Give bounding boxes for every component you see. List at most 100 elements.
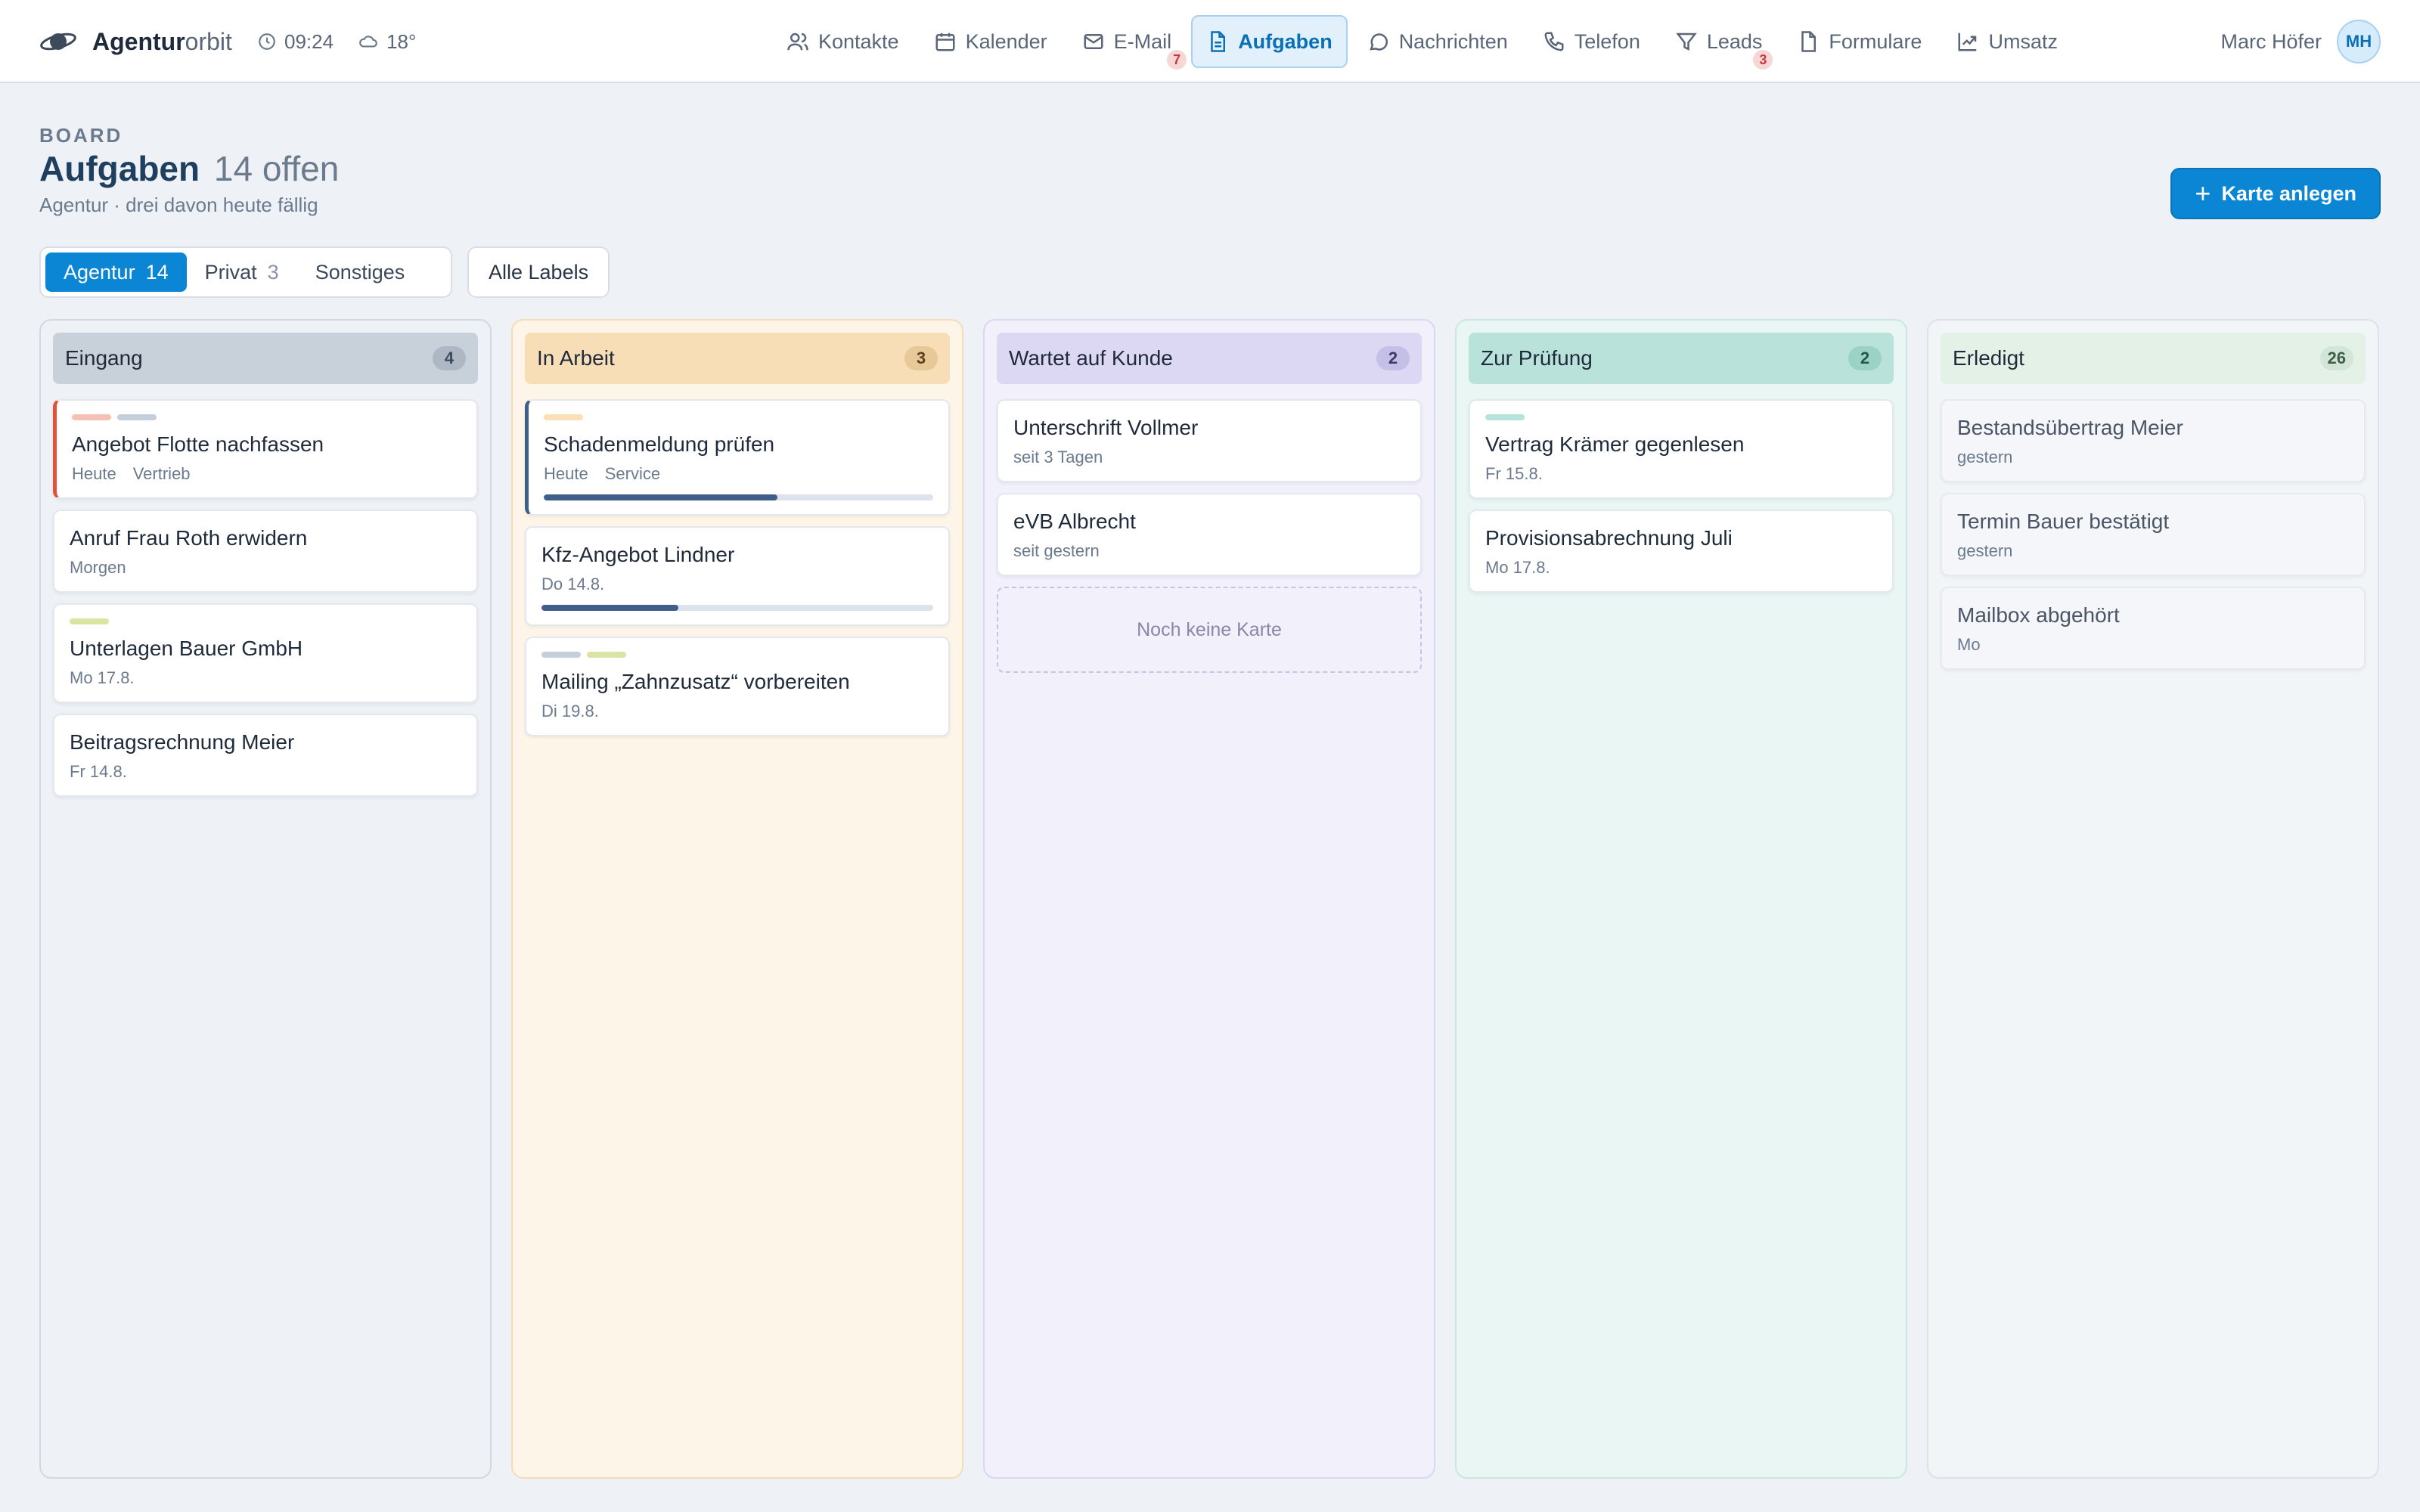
nav-kontakte-label: Kontakte [818,29,899,53]
page-kicker: BOARD [39,124,123,147]
nav-kalender[interactable]: Kalender [919,15,1063,68]
nav-umsatz[interactable]: Umsatz [1941,15,2073,68]
chat-bubble-icon [1369,33,1388,51]
task-card[interactable]: Vertrag Krämer gegenlesen Fr 15.8. [1469,399,1894,499]
users-icon [787,33,808,51]
card-title: Beitragsrechnung Meier [70,730,295,754]
card-due: Mo 17.8. [70,668,135,687]
nav-nachrichten-label: Nachrichten [1398,29,1508,53]
column-header[interactable]: In Arbeit 3 [525,333,950,384]
column-header[interactable]: Zur Prüfung 2 [1469,333,1894,384]
card-meta: Mo 17.8. [70,668,461,688]
card-due: seit gestern [1013,541,1100,560]
calendar-icon [935,33,955,51]
task-card[interactable]: Beitragsrechnung Meier Fr 14.8. [53,714,478,797]
empty-drop-zone[interactable]: Noch keine Karte [997,587,1422,673]
page-subtitle: Agentur · drei davon heute fällig [39,194,318,216]
column-in-arbeit: In Arbeit 3 Schadenmeldung prüfen Heute … [511,319,963,1479]
column-title: Erledigt [1953,346,2024,370]
card-due: Mo 17.8. [1485,558,1550,577]
column-header[interactable]: Erledigt 26 [1941,333,2366,384]
task-card[interactable]: Unterlagen Bauer GmbH Mo 17.8. [53,603,478,703]
task-card[interactable]: Mailing „Zahnzusatz“ vorbereiten Di 19.8… [525,637,950,736]
card-due: Mo [1957,635,1981,654]
weather-temp: 18° [386,29,417,53]
card-due: Di 19.8. [541,702,599,720]
card-meta: seit gestern [1013,541,1405,561]
column-wartet-auf-kunde: Wartet auf Kunde 2 Unterschrift Vollmer … [983,319,1435,1479]
status-meta: 09:24 18° [257,0,440,83]
card-title: Unterschrift Vollmer [1013,416,1199,439]
filter-privat[interactable]: Privat 3 [187,253,297,292]
card-label: Service [604,464,661,483]
task-card[interactable]: Provisionsabrechnung Juli Mo 17.8. [1469,510,1894,593]
add-card-button[interactable]: + Karte anlegen [2170,168,2381,219]
all-labels-button[interactable]: Alle Labels [467,246,610,298]
nav-aufgaben-label: Aufgaben [1238,29,1333,53]
card-meta: Fr 15.8. [1485,464,1877,484]
avatar[interactable]: MH [2337,20,2381,64]
user-menu[interactable]: Marc Höfer MH [2220,0,2381,83]
task-card[interactable]: Kfz-Angebot Lindner Do 14.8. [525,526,950,626]
nav-telefon-label: Telefon [1574,29,1640,53]
card-labels [541,652,933,658]
column-eingang: Eingang 4 Angebot Flotte nachfassen Heut… [39,319,492,1479]
category-filter: Agentur 14 Privat 3 Sonstiges [39,246,452,298]
task-card[interactable]: Bestandsübertrag Meier gestern [1941,399,2366,482]
brand-name: Agenturorbit [92,27,232,55]
brand[interactable]: Agenturorbit [39,0,232,83]
task-card[interactable]: eVB Albrecht seit gestern [997,493,1422,576]
nav-telefon[interactable]: Telefon [1528,15,1655,68]
filter-agentur[interactable]: Agentur 14 [45,253,187,292]
card-due: Fr 14.8. [70,762,127,781]
nav-aufgaben[interactable]: Aufgaben [1191,15,1348,68]
nav-formulare[interactable]: Formulare [1782,15,1937,68]
card-meta: Morgen [70,558,461,578]
card-title: Angebot Flotte nachfassen [72,432,324,456]
column-count: 2 [1376,346,1410,370]
task-card[interactable]: Termin Bauer bestätigt gestern [1941,493,2366,576]
filter-sonstiges[interactable]: Sonstiges [297,253,424,292]
nav-kontakte[interactable]: Kontakte [771,15,914,68]
card-meta: gestern [1957,448,2349,467]
label-chip [72,414,111,420]
card-meta: Heute Service [544,464,933,484]
label-chip [70,618,109,624]
progress-fill [544,494,777,500]
task-card[interactable]: Angebot Flotte nachfassen Heute Vertrieb [53,399,478,499]
card-title: Unterlagen Bauer GmbH [70,637,303,660]
card-meta: Mo 17.8. [1485,558,1877,578]
kanban-board: Eingang 4 Angebot Flotte nachfassen Heut… [39,319,2381,1479]
card-labels [70,618,461,624]
column-title: Eingang [65,346,143,370]
card-label: Vertrieb [132,464,191,483]
task-card[interactable]: Unterschrift Vollmer seit 3 Tagen [997,399,1422,482]
filter-agentur-label: Agentur [64,260,135,284]
task-card[interactable]: Anruf Frau Roth erwidern Morgen [53,510,478,593]
task-card[interactable]: Mailbox abgehört Mo [1941,587,2366,670]
cloud-icon [359,36,377,48]
nav-nachrichten[interactable]: Nachrichten [1352,15,1523,68]
planet-logo-icon [40,33,76,51]
card-title: Kfz-Angebot Lindner [541,543,735,566]
card-meta: Heute Vertrieb [72,464,461,484]
column-count: 2 [1848,346,1882,370]
card-title: Anruf Frau Roth erwidern [70,526,308,550]
email-unread-badge: 7 [1167,50,1187,70]
task-card[interactable]: Schadenmeldung prüfen Heute Service [525,399,950,516]
nav-leads[interactable]: Leads 3 [1660,15,1778,70]
nav-umsatz-label: Umsatz [1988,29,2058,53]
nav-email[interactable]: E-Mail 7 [1067,15,1187,70]
column-header[interactable]: Eingang 4 [53,333,478,384]
card-due: seit 3 Tagen [1013,448,1103,466]
card-meta: gestern [1957,541,2349,561]
card-title: Termin Bauer bestätigt [1957,510,2170,533]
label-chip [1485,414,1525,420]
column-title: In Arbeit [537,346,615,370]
label-chip [541,652,581,658]
add-card-label: Karte anlegen [2221,181,2356,205]
card-meta: seit 3 Tagen [1013,448,1405,467]
column-header[interactable]: Wartet auf Kunde 2 [997,333,1422,384]
card-due: gestern [1957,448,2013,466]
nav-formulare-label: Formulare [1829,29,1922,53]
